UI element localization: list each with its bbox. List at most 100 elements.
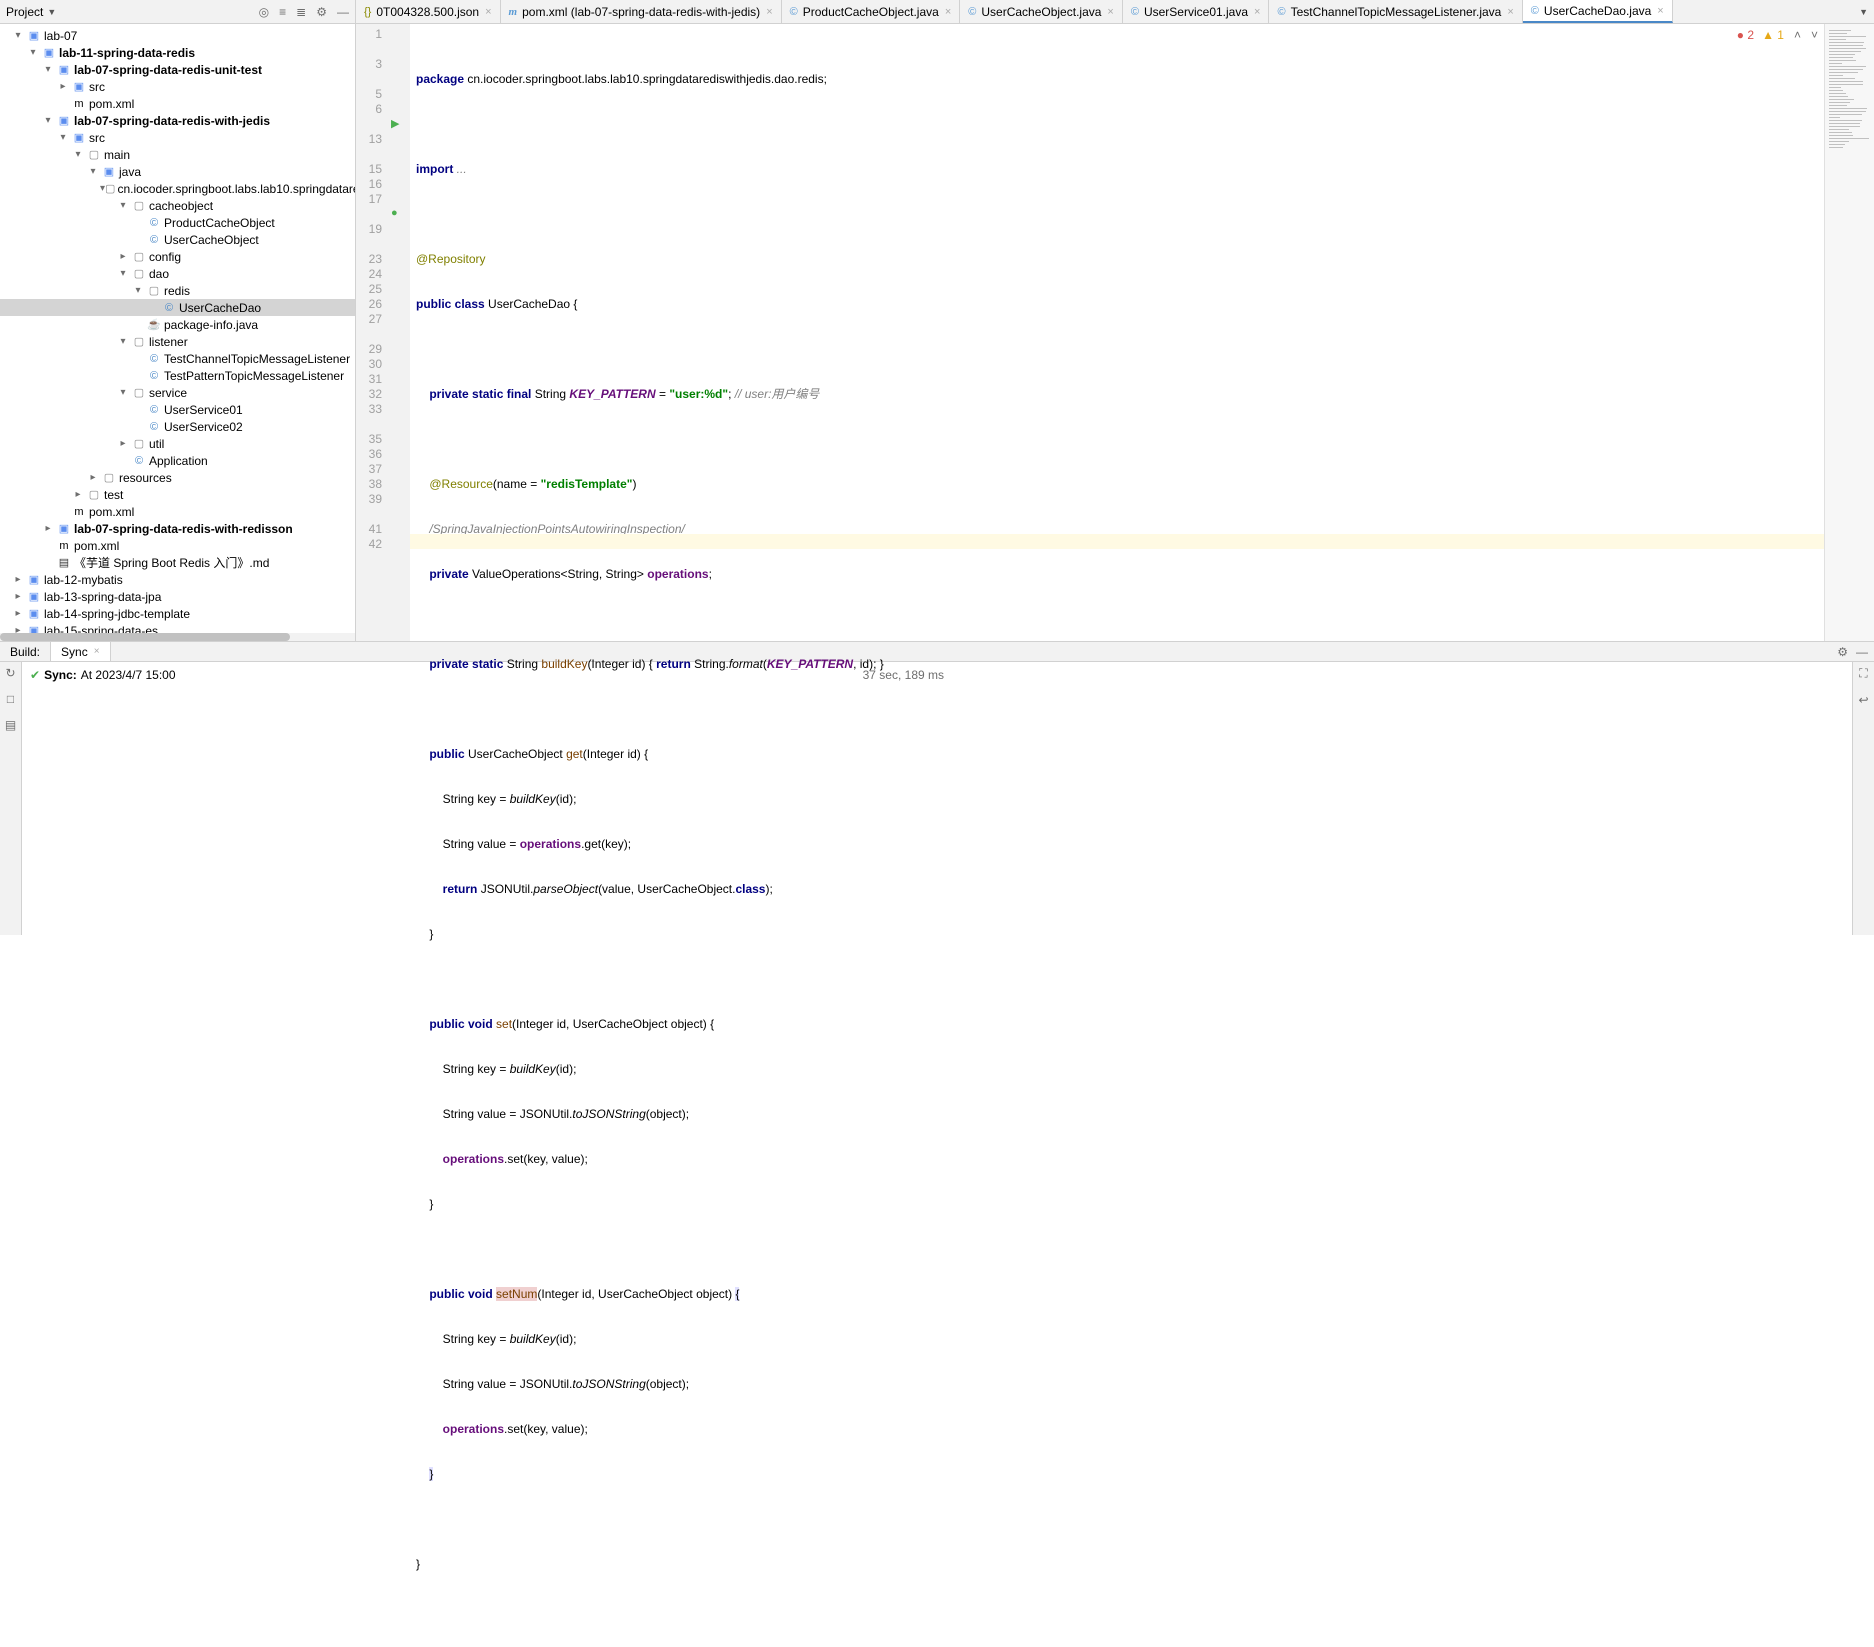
editor-tab[interactable]: ©UserService01.java× (1123, 0, 1270, 23)
tree-arrow-icon[interactable]: ▸ (10, 608, 26, 619)
tree-row[interactable]: ▸©ProductCacheObject (0, 214, 355, 231)
tree-arrow-icon[interactable]: ▾ (115, 387, 131, 398)
project-label[interactable]: Project (6, 5, 43, 19)
tree-row[interactable]: ▸▣lab-12-mybatis (0, 571, 355, 588)
tree-arrow-icon[interactable]: ▸ (115, 438, 131, 449)
settings-icon[interactable]: ⚙ (316, 5, 327, 19)
code-area[interactable]: package cn.iocoder.springboot.labs.lab10… (410, 24, 1824, 641)
stop-icon[interactable]: □ (7, 692, 14, 706)
tree-arrow-icon[interactable]: ▸ (40, 523, 56, 534)
tree-row[interactable]: ▾▢listener (0, 333, 355, 350)
tree-row[interactable]: ▾▢cn.iocoder.springboot.labs.lab10.sprin… (0, 180, 355, 197)
tree-row[interactable]: ▾▣lab-07-spring-data-redis-unit-test (0, 61, 355, 78)
tree-row[interactable]: ▸©UserCacheDao (0, 299, 355, 316)
hide-icon[interactable]: — (337, 5, 349, 19)
editor-tab[interactable]: ©TestChannelTopicMessageListener.java× (1269, 0, 1522, 23)
tree-arrow-icon[interactable]: ▾ (40, 64, 56, 75)
tree-row[interactable]: ▸▣lab-13-spring-data-jpa (0, 588, 355, 605)
settings-icon[interactable]: ⚙ (1837, 645, 1848, 659)
project-dropdown-icon[interactable]: ▼ (47, 7, 56, 17)
tree-row[interactable]: ▸mpom.xml (0, 95, 355, 112)
close-icon[interactable]: × (1254, 6, 1260, 18)
tree-row[interactable]: ▾▢dao (0, 265, 355, 282)
warning-indicator[interactable]: ▲ 1 (1762, 28, 1784, 42)
tree-scrollbar-horizontal[interactable] (0, 633, 355, 641)
editor-tab[interactable]: ©UserCacheDao.java× (1523, 0, 1673, 23)
next-highlight-icon[interactable]: ˅ (1811, 28, 1818, 42)
tree-row[interactable]: ▸mpom.xml (0, 537, 355, 554)
close-icon[interactable]: × (94, 646, 100, 657)
inspection-indicators[interactable]: ● 2 ▲ 1 ˄ ˅ (1737, 28, 1818, 42)
tree-row[interactable]: ▸mpom.xml (0, 503, 355, 520)
tree-arrow-icon[interactable]: ▾ (115, 336, 131, 347)
editor-tab[interactable]: mpom.xml (lab-07-spring-data-redis-with-… (501, 0, 782, 23)
tree-arrow-icon[interactable]: ▾ (115, 268, 131, 279)
build-tab[interactable]: Build: (0, 642, 51, 661)
tree-arrow-icon[interactable]: ▸ (55, 81, 71, 92)
tree-row[interactable]: ▸▢test (0, 486, 355, 503)
tree-row[interactable]: ▾▢redis (0, 282, 355, 299)
tree-row[interactable]: ▸☕package-info.java (0, 316, 355, 333)
chevron-down-icon[interactable]: ▼ (1859, 7, 1868, 17)
tree-arrow-icon[interactable]: ▾ (55, 132, 71, 143)
tree-row[interactable]: ▾▣java (0, 163, 355, 180)
tree-row[interactable]: ▸©Application (0, 452, 355, 469)
gutter-icon[interactable]: ● (391, 207, 405, 221)
close-icon[interactable]: × (945, 6, 951, 18)
tree-row[interactable]: ▸▢util (0, 435, 355, 452)
filter-icon[interactable]: ▤ (5, 718, 16, 732)
tree-row[interactable]: ▾▣lab-07 (0, 27, 355, 44)
tree-arrow-icon[interactable]: ▾ (10, 30, 26, 41)
editor-tab[interactable]: ©UserCacheObject.java× (960, 0, 1123, 23)
code-editor[interactable]: 1 3 56 13 151617 19 2324252627 293031323… (356, 24, 1874, 641)
collapse-all-icon[interactable]: ≣ (296, 5, 306, 19)
tree-row[interactable]: ▾▢cacheobject (0, 197, 355, 214)
close-icon[interactable]: × (485, 6, 491, 18)
editor-tab[interactable]: ©ProductCacheObject.java× (782, 0, 961, 23)
tree-row[interactable]: ▾▢main (0, 146, 355, 163)
tree-arrow-icon[interactable]: ▾ (40, 115, 56, 126)
close-icon[interactable]: × (1507, 6, 1513, 18)
tree-arrow-icon[interactable]: ▸ (70, 489, 86, 500)
tree-row[interactable]: ▸©TestPatternTopicMessageListener (0, 367, 355, 384)
tree-arrow-icon[interactable]: ▾ (85, 166, 101, 177)
tree-arrow-icon[interactable]: ▸ (10, 574, 26, 585)
tree-arrow-icon[interactable]: ▸ (85, 472, 101, 483)
tree-row[interactable]: ▸©UserCacheObject (0, 231, 355, 248)
soft-wrap-icon[interactable]: ↩ (1858, 693, 1868, 707)
run-gutter-icon[interactable]: ▶ (391, 117, 405, 131)
close-icon[interactable]: × (766, 6, 772, 18)
tabs-overflow[interactable]: ▼ (1847, 7, 1874, 17)
project-tree[interactable]: ▾▣lab-07▾▣lab-11-spring-data-redis▾▣lab-… (0, 24, 356, 641)
error-indicator[interactable]: ● 2 (1737, 28, 1754, 42)
tree-row[interactable]: ▸©UserService02 (0, 418, 355, 435)
tree-arrow-icon[interactable]: ▾ (115, 200, 131, 211)
tree-row[interactable]: ▸▣lab-07-spring-data-redis-with-redisson (0, 520, 355, 537)
minimap[interactable] (1824, 24, 1874, 641)
expand-icon[interactable]: ⛶ (1859, 666, 1867, 681)
tree-row[interactable]: ▸©UserService01 (0, 401, 355, 418)
editor-tab[interactable]: {}0T004328.500.json× (356, 0, 501, 23)
tree-arrow-icon[interactable]: ▸ (115, 251, 131, 262)
tree-row[interactable]: ▸▤《芋道 Spring Boot Redis 入门》.md (0, 554, 355, 571)
tree-row[interactable]: ▸▣lab-14-spring-jdbc-template (0, 605, 355, 622)
expand-all-icon[interactable]: ≡ (279, 5, 286, 19)
close-icon[interactable]: × (1657, 5, 1663, 17)
tree-row[interactable]: ▾▣lab-07-spring-data-redis-with-jedis (0, 112, 355, 129)
tree-arrow-icon[interactable]: ▾ (25, 47, 41, 58)
hide-icon[interactable]: — (1856, 645, 1868, 659)
close-icon[interactable]: × (1107, 6, 1113, 18)
tree-row[interactable]: ▸©TestChannelTopicMessageListener (0, 350, 355, 367)
rerun-icon[interactable]: ↻ (5, 666, 15, 680)
prev-highlight-icon[interactable]: ˄ (1794, 28, 1801, 42)
tree-row[interactable]: ▸▣src (0, 78, 355, 95)
locate-icon[interactable]: ◎ (259, 5, 269, 19)
tree-arrow-icon[interactable]: ▾ (130, 285, 146, 296)
fold[interactable]: ... (453, 162, 466, 176)
tree-arrow-icon[interactable]: ▸ (10, 591, 26, 602)
tree-row[interactable]: ▾▢service (0, 384, 355, 401)
tree-row[interactable]: ▾▣src (0, 129, 355, 146)
tree-row[interactable]: ▾▣lab-11-spring-data-redis (0, 44, 355, 61)
tree-arrow-icon[interactable]: ▾ (70, 149, 86, 160)
scrollbar-thumb[interactable] (0, 633, 290, 641)
